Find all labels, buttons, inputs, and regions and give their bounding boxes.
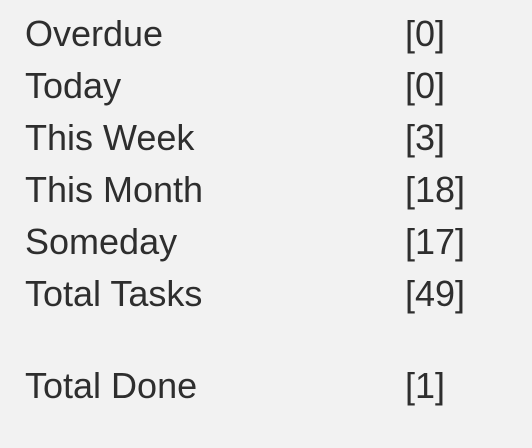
row-this-week: This Week [3]: [25, 112, 505, 164]
this-month-label: This Month: [25, 169, 204, 210]
this-month-count: [18]: [405, 169, 466, 210]
row-this-month: This Month [18]: [25, 164, 505, 216]
overdue-count: [0]: [405, 13, 446, 54]
row-someday: Someday [17]: [25, 216, 505, 268]
overdue-label: Overdue: [25, 13, 164, 54]
today-count: [0]: [405, 65, 446, 106]
total-tasks-count: [49]: [405, 273, 466, 314]
task-summary-panel: Overdue [0] Today [0] This Week [3] This…: [25, 8, 505, 412]
someday-count: [17]: [405, 221, 466, 262]
someday-label: Someday: [25, 221, 178, 262]
total-done-count: [1]: [405, 365, 446, 406]
row-today: Today [0]: [25, 60, 505, 112]
today-label: Today: [25, 65, 122, 106]
total-tasks-label: Total Tasks: [25, 273, 203, 314]
row-total-tasks: Total Tasks [49]: [25, 268, 505, 320]
row-overdue: Overdue [0]: [25, 8, 505, 60]
this-week-label: This Week: [25, 117, 195, 158]
total-done-label: Total Done: [25, 365, 198, 406]
row-total-done: Total Done [1]: [25, 360, 505, 412]
this-week-count: [3]: [405, 117, 446, 158]
